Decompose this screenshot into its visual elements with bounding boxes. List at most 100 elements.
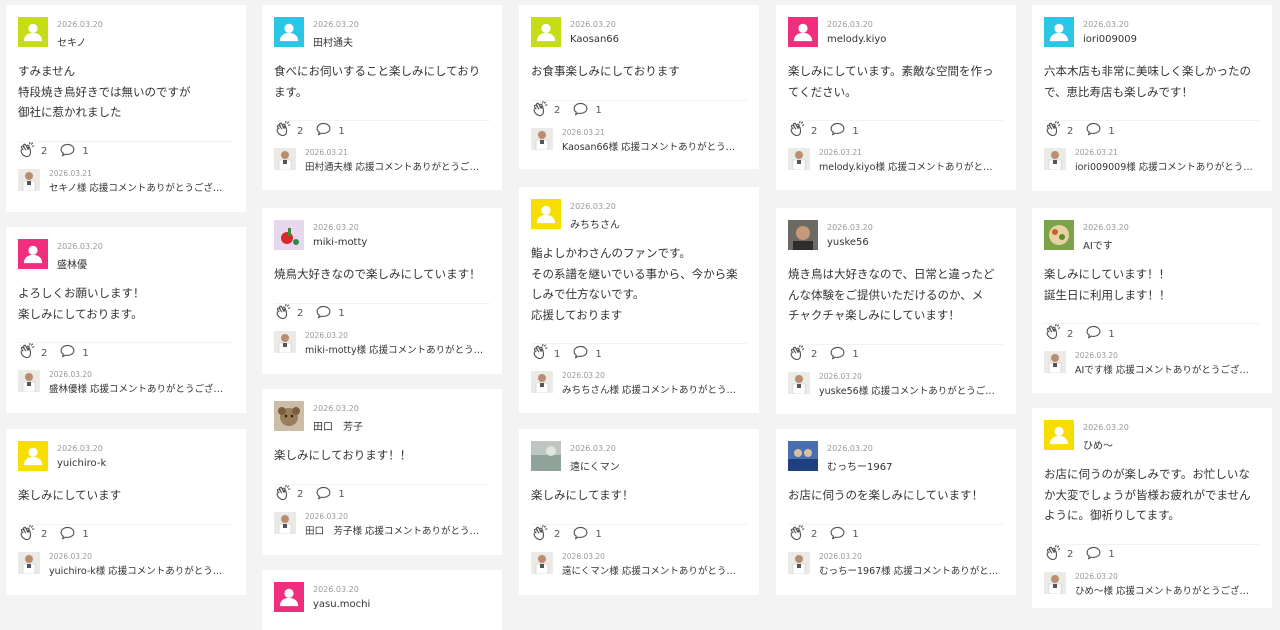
user-name[interactable]: Kaosan66 — [570, 34, 619, 45]
user-name[interactable]: iori009009 — [1083, 34, 1137, 45]
user-name[interactable]: yuske56 — [827, 237, 869, 248]
comment-line: 御社に惹かれました — [18, 105, 122, 119]
clap-count: 1 — [554, 348, 561, 360]
comment-button[interactable]: 1 — [59, 525, 89, 545]
clap-button[interactable]: 2 — [18, 342, 47, 363]
comment-button[interactable]: 1 — [315, 304, 345, 324]
comment-card: 2026.03.20 盛林優 よろしくお願いします！ 楽しみにしております。 2 1 202… — [6, 227, 246, 413]
comment-line: 焼き鳥は大好きなので、日常と違ったど — [788, 267, 995, 281]
clap-button[interactable]: 2 — [531, 524, 560, 545]
owner-reply[interactable]: 2026.03.20 みちちさん様 応援コメントありがとう… — [531, 371, 749, 399]
comment-button[interactable]: 1 — [315, 485, 345, 505]
owner-reply[interactable]: 2026.03.21 melody.kiyo様 応援コメントありがと… — [788, 148, 1006, 176]
user-avatar[interactable] — [274, 17, 304, 47]
comment-header: 2026.03.20 Kaosan66 — [531, 5, 747, 53]
clap-button[interactable]: 2 — [788, 120, 817, 141]
user-avatar[interactable] — [274, 401, 304, 431]
clap-button[interactable]: 2 — [274, 484, 303, 505]
user-avatar[interactable] — [18, 239, 48, 269]
clap-button[interactable]: 2 — [274, 120, 303, 141]
comment-button[interactable]: 1 — [1085, 324, 1115, 344]
reply-text: melody.kiyo様 応援コメントありがと… — [819, 162, 993, 173]
user-name[interactable]: 田口 芳子 — [313, 418, 363, 433]
owner-reply[interactable]: 2026.03.20 yuichiro-k様 応援コメントありがとう… — [18, 551, 236, 580]
clap-button[interactable]: 2 — [18, 524, 47, 545]
comment-actions: 21 — [274, 483, 490, 505]
comment-line: 楽しみにしています。素敵な空間を作っ — [788, 64, 994, 78]
comment-date: 2026.03.20 — [313, 404, 359, 413]
user-avatar[interactable] — [1044, 220, 1074, 250]
user-avatar[interactable] — [788, 220, 818, 250]
owner-reply[interactable]: 2026.03.20 AIです様 応援コメントありがとうござ… — [1044, 351, 1262, 379]
comment-text: お店に伺うのを楽しみにしています！ — [788, 485, 1004, 506]
user-name[interactable]: melody.kiyo — [827, 34, 886, 45]
clap-button[interactable]: 2 — [1044, 323, 1073, 344]
comment-button[interactable]: 1 — [829, 345, 859, 365]
clap-button[interactable]: 2 — [788, 344, 818, 365]
comment-date: 2026.03.20 — [827, 20, 873, 29]
comment-button[interactable]: 1 — [829, 525, 859, 545]
comment-date: 2026.03.20 — [1083, 423, 1129, 432]
clap-icon — [788, 524, 811, 545]
comment-button[interactable]: 1 — [572, 101, 602, 121]
comment-count: 1 — [595, 529, 602, 540]
comment-button[interactable]: 1 — [315, 121, 345, 141]
user-avatar[interactable] — [531, 199, 561, 229]
user-name[interactable]: ひめ〜 — [1083, 437, 1113, 452]
comment-button[interactable]: 1 — [829, 121, 859, 141]
owner-reply[interactable]: 2026.03.20 むっちー1967様 応援コメントありがと… — [788, 551, 1006, 580]
clap-button[interactable]: 2 — [1044, 120, 1073, 141]
owner-reply[interactable]: 2026.03.20 遠にくマン様 応援コメントありがとう… — [531, 551, 749, 580]
user-avatar[interactable] — [788, 17, 818, 47]
user-name[interactable]: yuichiro-k — [57, 458, 106, 469]
comment-button[interactable]: 1 — [59, 142, 89, 162]
user-avatar[interactable] — [1044, 17, 1074, 47]
clap-icon — [18, 141, 41, 162]
owner-reply[interactable]: 2026.03.20 ひめ〜様 応援コメントありがとうござ… — [1044, 571, 1262, 600]
owner-reply[interactable]: 2026.03.20 miki-motty様 応援コメントありがとう… — [274, 330, 492, 359]
comment-button[interactable]: 1 — [1085, 121, 1115, 141]
comment-button[interactable]: 1 — [1085, 545, 1115, 565]
comment-count: 1 — [595, 105, 602, 116]
user-name[interactable]: みちちさん — [570, 216, 620, 231]
user-avatar[interactable] — [18, 17, 48, 47]
user-name[interactable]: むっちー1967 — [827, 458, 892, 473]
owner-reply[interactable]: 2026.03.20 yuske56様 応援コメントありがとうご… — [788, 371, 1006, 400]
comment-button[interactable]: 1 — [572, 344, 602, 364]
clap-button[interactable]: 2 — [788, 524, 817, 545]
user-name[interactable]: yasu.mochi — [313, 599, 370, 610]
user-name[interactable]: セキノ — [57, 34, 86, 49]
owner-reply[interactable]: 2026.03.21 田村通夫様 応援コメントありがとうご… — [274, 148, 492, 176]
user-avatar[interactable] — [788, 441, 818, 471]
comment-button[interactable]: 1 — [59, 343, 89, 363]
owner-reply[interactable]: 2026.03.21 iori009009様 応援コメントありがとう… — [1044, 148, 1262, 176]
reply-date: 2026.03.21 — [562, 127, 605, 137]
clap-button[interactable]: 2 — [274, 303, 303, 324]
comment-button[interactable]: 1 — [572, 525, 602, 545]
user-name[interactable]: miki-motty — [313, 237, 367, 248]
user-name[interactable]: 遠にくマン — [570, 458, 620, 473]
owner-reply[interactable]: 2026.03.21 セキノ様 応援コメントありがとうござ… — [18, 168, 236, 197]
clap-button[interactable]: 1 — [531, 343, 561, 364]
user-name[interactable]: 盛林優 — [57, 256, 87, 271]
clap-button[interactable]: 2 — [18, 141, 47, 162]
comment-header: 2026.03.20 盛林優 — [18, 227, 234, 275]
user-avatar[interactable] — [274, 582, 304, 612]
owner-reply[interactable]: 2026.03.21 Kaosan66様 応援コメントありがとう… — [531, 127, 749, 156]
owner-reply[interactable]: 2026.03.20 盛林優様 応援コメントありがとうござ… — [18, 370, 236, 398]
user-avatar[interactable] — [274, 220, 304, 250]
reply-date: 2026.03.20 — [562, 371, 605, 380]
owner-reply[interactable]: 2026.03.20 田口 芳子様 応援コメントありがとう… — [274, 511, 492, 540]
comment-line: 鮨よしかわさんのファンです。 — [531, 246, 691, 260]
comment-date: 2026.03.20 — [570, 20, 616, 29]
clap-button[interactable]: 2 — [1044, 544, 1073, 565]
clap-count: 2 — [811, 349, 818, 360]
user-avatar[interactable] — [531, 17, 561, 47]
user-avatar[interactable] — [1044, 420, 1074, 450]
user-avatar[interactable] — [531, 441, 561, 471]
user-name[interactable]: 田村通夫 — [313, 34, 353, 49]
user-name[interactable]: AIです — [1083, 237, 1113, 252]
user-avatar[interactable] — [18, 441, 48, 471]
clap-icon — [531, 343, 554, 364]
clap-button[interactable]: 2 — [531, 100, 560, 121]
